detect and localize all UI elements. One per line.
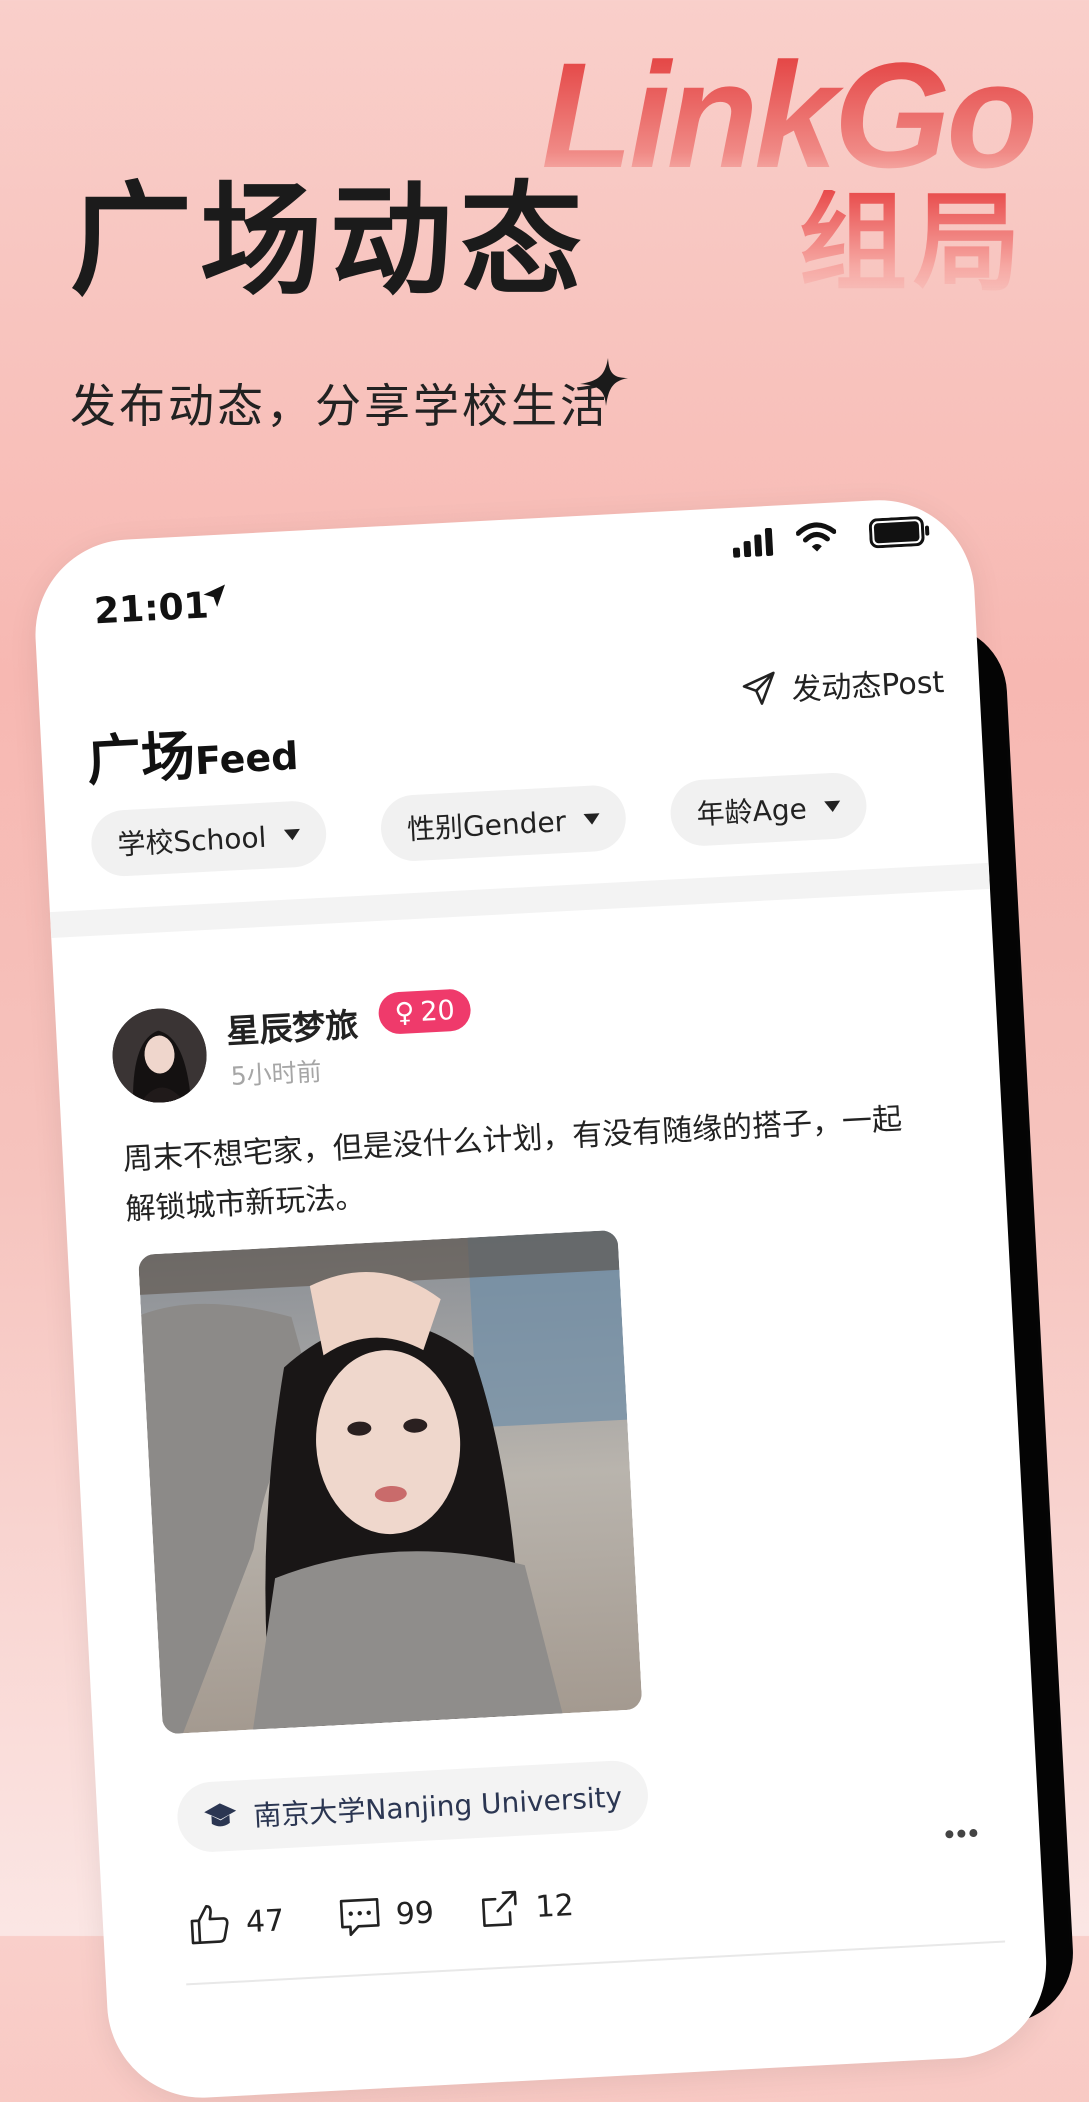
post-text: 周末不想宅家，但是没什么计划，有没有随缘的搭子，一起解锁城市新玩法。 (122, 1101, 903, 1228)
username[interactable]: 星辰梦旅 (225, 998, 359, 1053)
more-options-icon[interactable] (943, 1827, 980, 1841)
like-button[interactable]: 47 (187, 1898, 285, 1947)
wifi-icon (795, 522, 837, 552)
filter-gender[interactable]: 性别Gender (379, 783, 628, 863)
thumbs-up-icon (190, 1904, 229, 1945)
school-tag-label: 南京大学Nanjing University (252, 1780, 623, 1833)
avatar[interactable] (110, 1006, 209, 1105)
status-time: 21:01 (93, 585, 210, 633)
promo-subtitle: 发布动态，分享学校生活 (70, 379, 609, 433)
avatar-image (110, 1006, 209, 1105)
school-tag[interactable]: 南京大学Nanjing University (175, 1759, 650, 1854)
caret-down-icon (824, 800, 841, 812)
share-count: 12 (534, 1887, 575, 1925)
caret-down-icon (283, 828, 301, 841)
filter-school[interactable]: 学校School (89, 799, 328, 878)
page-title-sub: Feed (194, 733, 300, 784)
share-button[interactable]: 12 (477, 1883, 575, 1932)
section-divider (49, 862, 990, 939)
gender-age-badge: ♀ 20 (377, 988, 472, 1035)
promo-title: 广场动态 (70, 170, 590, 312)
female-icon: ♀ (393, 996, 416, 1029)
battery-icon (868, 516, 930, 549)
post-button-label: 发动态Post (790, 665, 946, 708)
filter-school-label: 学校School (116, 820, 268, 862)
location-arrow-icon (203, 584, 225, 607)
filter-age[interactable]: 年龄Age (668, 771, 869, 848)
filter-age-label: 年龄Age (695, 792, 808, 832)
comment-count: 99 (394, 1894, 435, 1932)
comment-button[interactable]: 99 (337, 1890, 435, 1939)
like-count: 47 (245, 1902, 286, 1940)
post-photo-image (137, 1229, 643, 1735)
filter-gender-label: 性别Gender (406, 804, 567, 847)
page-title: 广场Feed (85, 706, 300, 796)
comment-icon (339, 1898, 380, 1937)
age-value: 20 (419, 994, 456, 1028)
post-photo[interactable] (137, 1229, 643, 1735)
page-title-main: 广场 (85, 724, 197, 793)
send-icon (742, 671, 775, 705)
graduation-cap-icon (204, 1803, 237, 1827)
signal-icon (732, 527, 774, 558)
brand-logo: LinkGo (541, 31, 1038, 199)
sparkle-icon (580, 358, 628, 406)
brand-tagline: 组局 (798, 181, 1027, 306)
post-divider (186, 1940, 1006, 1986)
post-time: 5小时前 (229, 1057, 323, 1091)
post-button[interactable]: 发动态Post (740, 657, 945, 712)
share-icon (481, 1890, 517, 1928)
phone-mockup: 21:01 广场Feed 发动态Post 学校School 性别Gender 年… (30, 495, 1052, 2102)
caret-down-icon (583, 812, 601, 825)
